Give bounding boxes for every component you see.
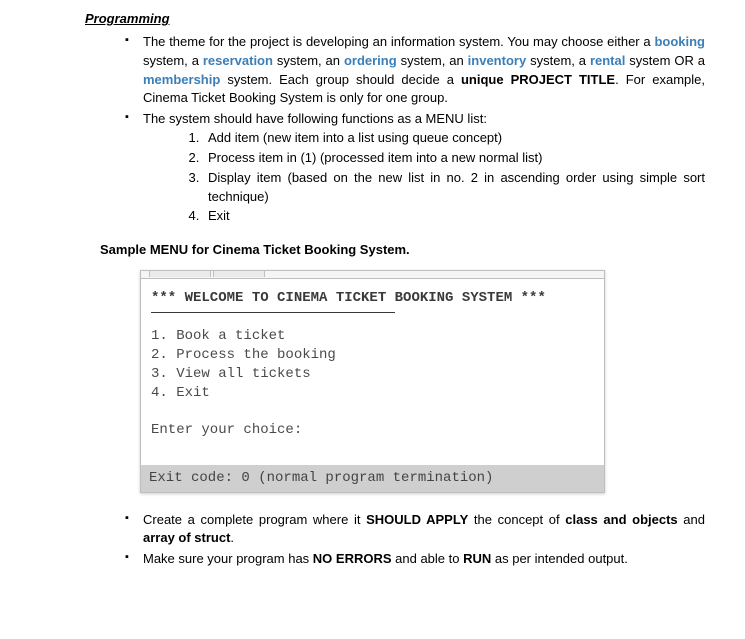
console-line-1: 1. Book a ticket bbox=[151, 327, 594, 346]
text: system, an bbox=[397, 53, 468, 68]
text: system, an bbox=[273, 53, 344, 68]
console-exit-status: Exit code: 0 (normal program termination… bbox=[141, 465, 604, 491]
text: Make sure your program has bbox=[143, 551, 313, 566]
console-welcome: *** WELCOME TO CINEMA TICKET BOOKING SYS… bbox=[151, 289, 594, 308]
console-prompt: Enter your choice: bbox=[151, 421, 594, 440]
console-tab-fragment bbox=[141, 271, 604, 279]
text: Create a complete program where it bbox=[143, 512, 366, 527]
text: system. Each group should decide a bbox=[220, 72, 461, 87]
no-errors-requirement: Make sure your program has NO ERRORS and… bbox=[125, 550, 705, 569]
highlight-rental: rental bbox=[590, 53, 625, 68]
console-divider bbox=[151, 312, 395, 313]
highlight-inventory: inventory bbox=[468, 53, 527, 68]
console-line-3: 3. View all tickets bbox=[151, 365, 594, 384]
highlight-reservation: reservation bbox=[203, 53, 273, 68]
text: and bbox=[678, 512, 705, 527]
menu-func-3: Display item (based on the new list in n… bbox=[203, 169, 705, 207]
text: and able to bbox=[392, 551, 464, 566]
text: system, a bbox=[526, 53, 590, 68]
text: the concept of bbox=[468, 512, 565, 527]
menu-func-1: Add item (new item into a list using que… bbox=[203, 129, 705, 148]
console-line-2: 2. Process the booking bbox=[151, 346, 594, 365]
bold-array-struct: array of struct bbox=[143, 530, 230, 545]
bold-should-apply: SHOULD APPLY bbox=[366, 512, 468, 527]
console-body: *** WELCOME TO CINEMA TICKET BOOKING SYS… bbox=[141, 279, 604, 465]
class-objects-requirement: Create a complete program where it SHOUL… bbox=[125, 511, 705, 549]
bold-run: RUN bbox=[463, 551, 491, 566]
text: system OR a bbox=[625, 53, 705, 68]
requirements-list: The theme for the project is developing … bbox=[125, 33, 705, 226]
highlight-membership: membership bbox=[143, 72, 220, 87]
menu-functions-list: Add item (new item into a list using que… bbox=[203, 129, 705, 226]
highlight-booking: booking bbox=[654, 34, 705, 49]
section-heading: Programming bbox=[85, 10, 705, 29]
highlight-ordering: ordering bbox=[344, 53, 397, 68]
text: as per intended output. bbox=[491, 551, 628, 566]
menu-func-4: Exit bbox=[203, 207, 705, 226]
closing-requirements-list: Create a complete program where it SHOUL… bbox=[125, 511, 705, 570]
sample-menu-heading: Sample MENU for Cinema Ticket Booking Sy… bbox=[100, 241, 705, 260]
menu-functions-item: The system should have following functio… bbox=[125, 110, 705, 226]
text: . bbox=[230, 530, 234, 545]
bold-no-errors: NO ERRORS bbox=[313, 551, 392, 566]
console-screenshot: *** WELCOME TO CINEMA TICKET BOOKING SYS… bbox=[140, 270, 605, 492]
bold-class-objects: class and objects bbox=[565, 512, 677, 527]
text: system, a bbox=[143, 53, 203, 68]
text: The theme for the project is developing … bbox=[143, 34, 654, 49]
theme-paragraph: The theme for the project is developing … bbox=[125, 33, 705, 108]
menu-func-2: Process item in (1) (processed item into… bbox=[203, 149, 705, 168]
console-line-4: 4. Exit bbox=[151, 384, 594, 403]
menu-intro: The system should have following functio… bbox=[143, 111, 487, 126]
bold-project-title: unique PROJECT TITLE bbox=[461, 72, 615, 87]
